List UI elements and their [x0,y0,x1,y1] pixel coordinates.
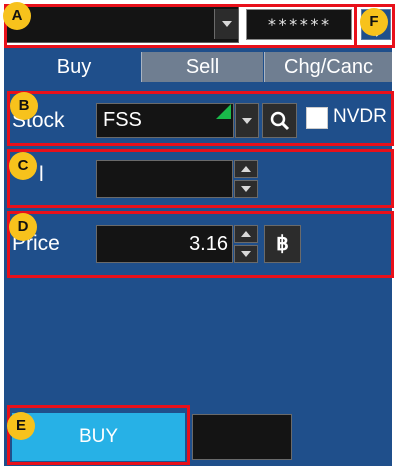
badge-a: A [3,2,31,30]
tab-change-cancel[interactable]: Chg/Canc [264,52,392,82]
badge-b: B [10,92,38,120]
badge-c: C [9,152,37,180]
trading-ticket: ****** Buy Sell Chg/Canc Stock FSS NVDR … [0,0,395,468]
annotation-frame-d [7,211,394,278]
badge-d: D [9,213,37,241]
annotation-frame-c [7,149,394,208]
annotation-frame-b [7,91,394,146]
annotation-frame-a [4,4,395,48]
tab-buy[interactable]: Buy [8,52,140,82]
badge-f: F [360,8,388,36]
tab-sell[interactable]: Sell [141,52,263,82]
annotation-frame-e [7,405,190,465]
secondary-action-box[interactable] [192,414,292,460]
badge-e: E [7,412,35,440]
